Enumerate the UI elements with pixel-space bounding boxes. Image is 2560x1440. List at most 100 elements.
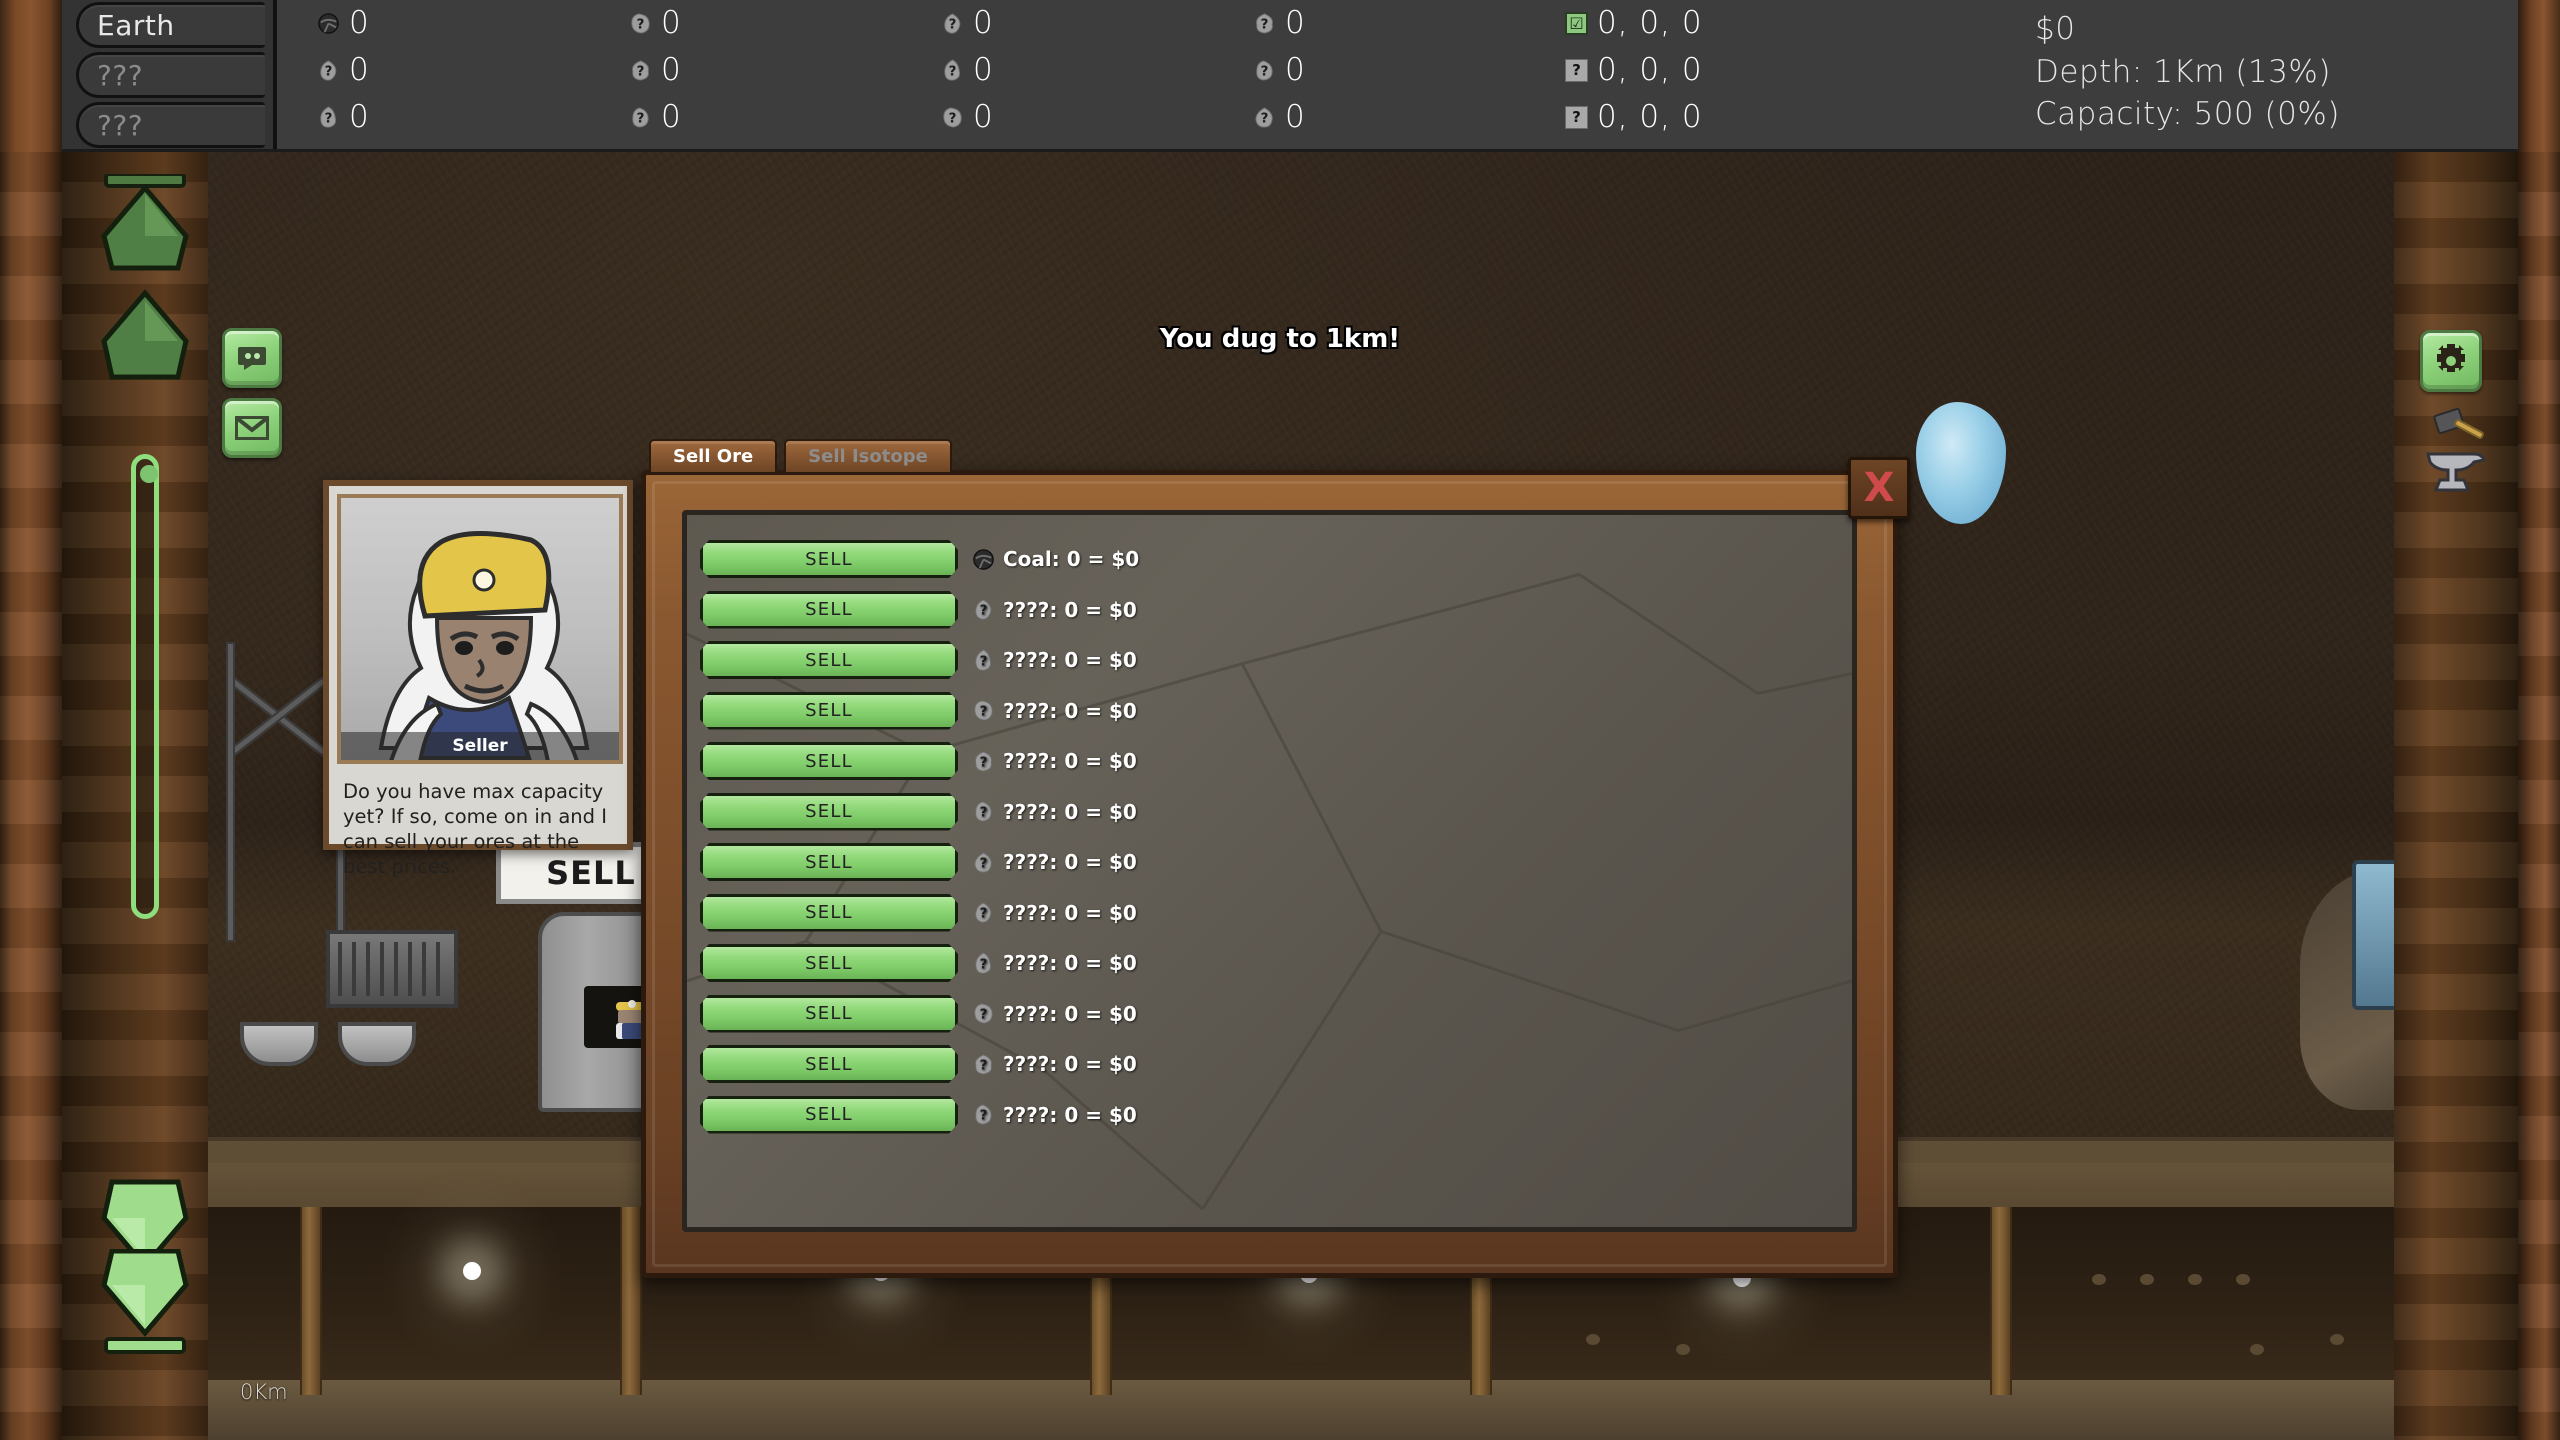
top-status-bar: Earth?????? 0? 0? 0 ? 0? 0? 0 ? 0? 0? 0 ? 0? 0? 0 ☑… [0, 0, 2560, 152]
close-button[interactable]: X [1848, 457, 1910, 519]
sell-button-10[interactable]: SELL [700, 995, 958, 1033]
resource-item: ? 0 [1253, 98, 1565, 135]
game-screen: SELL CENT [0, 0, 2560, 1440]
resource-item: ? 0 [317, 101, 629, 132]
svg-text:?: ? [980, 957, 988, 972]
unknown-ore-icon: ? [317, 105, 340, 129]
sell-row-text: ????: 0 = $0 [1003, 951, 1137, 975]
svg-text:?: ? [980, 603, 988, 618]
seller-dialog: Seller Do you have max capacity yet? If … [323, 480, 633, 878]
unknown-ore-icon: ? [972, 1053, 995, 1076]
support-post [1990, 1207, 2012, 1395]
tab-sell-ore[interactable]: Sell Ore [649, 439, 778, 472]
sell-row-label: ? ????: 0 = $0 [972, 951, 1137, 975]
sell-row-label: ? ????: 0 = $0 [972, 598, 1137, 622]
depth-slider-knob[interactable] [140, 465, 158, 483]
planet-tab-1[interactable]: Earth [76, 2, 265, 48]
sell-button-12[interactable]: SELL [700, 1096, 958, 1134]
money-value: $0 [2035, 11, 2076, 47]
blue-crystal [1916, 402, 2006, 524]
svg-text:?: ? [949, 17, 957, 32]
unknown-ore-icon: ? [972, 851, 995, 874]
sell-row-label: ? ????: 0 = $0 [972, 800, 1137, 824]
unknown-ore-icon: ? [972, 901, 995, 924]
sell-button-3[interactable]: SELL [700, 641, 958, 679]
resource-value: 0 [1285, 98, 1306, 135]
sell-row: SELL? ????: 0 = $0 [700, 1044, 1139, 1084]
planet-tab-2[interactable]: ??? [76, 52, 265, 98]
unknown-ore-icon: ? [629, 106, 652, 129]
sell-row: SELL ? ????: 0 = $0 [700, 590, 1139, 630]
unknown-ore-icon: ? [972, 598, 995, 621]
sell-button-1[interactable]: SELL [700, 540, 958, 578]
unknown-ore-icon: ? [941, 106, 964, 129]
crystal-cave [1900, 382, 2020, 542]
sell-row: SELL? ????: 0 = $0 [700, 994, 1139, 1034]
sell-panel: SELL Coal: 0 = $0 SELL? ????: 0 = $0 SELL???… [641, 470, 1898, 1278]
pebble [2188, 1274, 2202, 1285]
sell-row-text: ????: 0 = $0 [1003, 799, 1137, 824]
svg-text:?: ? [980, 704, 988, 719]
sell-button-5[interactable]: SELL [700, 742, 958, 780]
sell-row: SELL Coal: 0 = $0 [700, 539, 1139, 579]
unknown-ore-icon: ? [972, 648, 995, 672]
resource-value: 0 [973, 98, 994, 135]
seller-name: Seller [341, 732, 619, 760]
resource-item: ? 0 [1253, 54, 1565, 85]
sell-row-label: Coal: 0 = $0 [972, 547, 1139, 571]
svg-text:?: ? [980, 1058, 988, 1073]
seller-avatar [378, 531, 590, 760]
anvil-icon[interactable] [2426, 448, 2488, 492]
resource-value: 0 [661, 51, 682, 88]
lift-down-fast-button[interactable] [100, 1249, 190, 1357]
sell-button-6[interactable]: SELL [700, 793, 958, 831]
svg-text:?: ? [325, 64, 333, 79]
sell-row-label: ? ????: 0 = $0 [972, 648, 1137, 672]
topbar-frame-left [0, 0, 62, 152]
sell-button-9[interactable]: SELL [700, 944, 958, 982]
tunnel-lamp [463, 1262, 481, 1280]
resource-column-4: ? 0? 0? 0 [1253, 7, 1565, 149]
tab-sell-isotope[interactable]: Sell Isotope [784, 439, 952, 472]
sell-row: SELL ? ????: 0 = $0 [700, 792, 1139, 832]
lift-up-fast-button[interactable] [100, 174, 190, 279]
mail-button[interactable] [222, 398, 282, 458]
isotope-item: ? 0, 0, 0 [1565, 101, 2035, 132]
planet-tab-list: Earth?????? [62, 0, 277, 149]
sell-button-7[interactable]: SELL [700, 843, 958, 881]
capacity-value: Capacity: 500 (0%) [2035, 96, 2340, 133]
pebble [2140, 1274, 2154, 1285]
sell-row-label: ? ????: 0 = $0 [972, 699, 1137, 723]
planet-tab-3[interactable]: ??? [76, 102, 265, 148]
unknown-ore-icon: ? [629, 59, 652, 82]
planet-tab-label: Earth [97, 8, 175, 42]
tunnel-floor [62, 1380, 2518, 1440]
sell-row-text: ????: 0 = $0 [1003, 1001, 1137, 1026]
depth-slider[interactable] [131, 454, 159, 919]
planet-tab-label: ??? [97, 108, 144, 142]
sell-button-8[interactable]: SELL [700, 894, 958, 932]
resource-value: 0 [973, 51, 994, 88]
unknown-ore-icon: ? [1253, 59, 1276, 82]
sell-button-4[interactable]: SELL [700, 692, 958, 730]
sell-button-2[interactable]: SELL [700, 591, 958, 629]
unknown-ore-icon: ? [1253, 106, 1276, 129]
sell-row-text: ????: 0 = $0 [1003, 698, 1137, 723]
seller-portrait: Seller [337, 494, 623, 764]
uranium-isotope-icon: ☑ [1565, 11, 1588, 35]
unknown-ore-icon: ? [972, 699, 995, 722]
unknown-isotope-icon: ? [1565, 58, 1588, 82]
svg-text:?: ? [1261, 111, 1269, 126]
resource-column-1: 0? 0? 0 [317, 7, 629, 149]
resource-item: ? 0 [941, 51, 1253, 88]
coal-ore-icon [972, 548, 995, 571]
isotope-value: 0, 0, 0 [1597, 51, 1703, 88]
isotope-value: 0, 0, 0 [1597, 4, 1703, 41]
sell-button-11[interactable]: SELL [700, 1045, 958, 1083]
sell-row-label: ? ????: 0 = $0 [972, 901, 1137, 925]
unknown-ore-icon: ? [629, 12, 652, 35]
svg-text:?: ? [980, 906, 988, 921]
svg-text:?: ? [980, 755, 988, 770]
svg-text:?: ? [949, 111, 957, 126]
svg-text:?: ? [949, 64, 957, 79]
